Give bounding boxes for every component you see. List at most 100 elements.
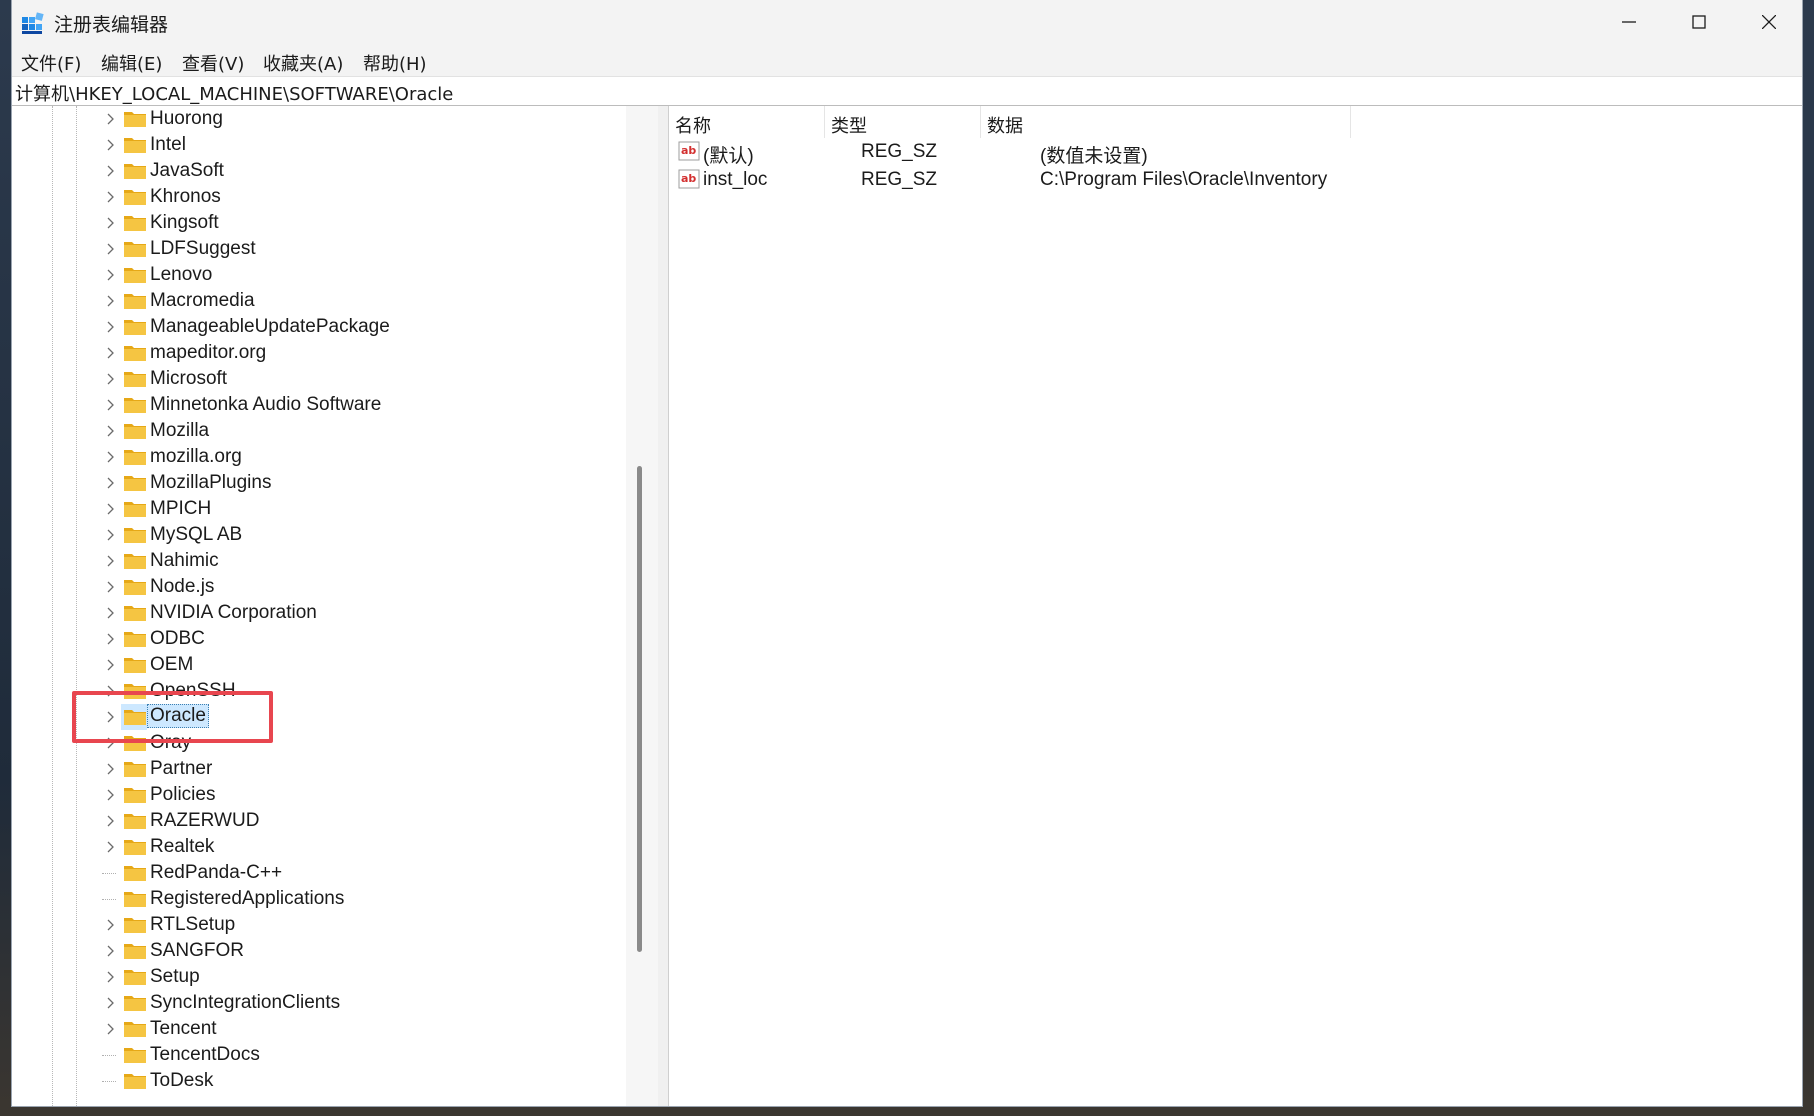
tree-item[interactable]: NVIDIA Corporation xyxy=(90,600,630,626)
tree-scrollbar-thumb[interactable] xyxy=(637,466,642,952)
maximize-button[interactable] xyxy=(1664,0,1734,44)
chevron-right-icon[interactable] xyxy=(106,399,116,411)
chevron-right-icon[interactable] xyxy=(106,841,116,853)
tree-item-label: MPICH xyxy=(150,498,212,519)
chevron-right-icon[interactable] xyxy=(106,555,116,567)
title-bar[interactable]: 注册表编辑器 xyxy=(12,0,1802,44)
tree-item[interactable]: Mozilla xyxy=(90,418,630,444)
tree-item[interactable]: Setup xyxy=(90,964,630,990)
key-tree-pane[interactable]: Huorong Intel JavaSoft Khronos Kingsoft LDFSu… xyxy=(12,106,658,1106)
tree-item[interactable]: Tencent xyxy=(90,1016,630,1042)
tree-item[interactable]: Macromedia xyxy=(90,288,630,314)
chevron-right-icon[interactable] xyxy=(106,321,116,333)
tree-item[interactable]: Khronos xyxy=(90,184,630,210)
tree-item-label: mapeditor.org xyxy=(150,342,267,363)
chevron-right-icon[interactable] xyxy=(106,113,116,125)
tree-item-label: ODBC xyxy=(150,628,205,649)
tree-item[interactable]: Realtek xyxy=(90,834,630,860)
chevron-right-icon[interactable] xyxy=(106,477,116,489)
tree-scrollbar[interactable] xyxy=(626,106,658,1106)
tree-item[interactable]: Microsoft xyxy=(90,366,630,392)
close-button[interactable] xyxy=(1734,0,1802,44)
tree-item[interactable]: OpenSSH xyxy=(90,678,630,704)
chevron-right-icon[interactable] xyxy=(106,347,116,359)
chevron-right-icon[interactable] xyxy=(106,763,116,775)
tree-item[interactable]: MySQL AB xyxy=(90,522,630,548)
chevron-right-icon[interactable] xyxy=(106,139,116,151)
tree-item[interactable]: mapeditor.org xyxy=(90,340,630,366)
chevron-right-icon[interactable] xyxy=(106,191,116,203)
tree-item[interactable]: RegisteredApplications xyxy=(90,886,630,912)
tree-item[interactable]: ODBC xyxy=(90,626,630,652)
chevron-right-icon[interactable] xyxy=(106,971,116,983)
chevron-right-icon[interactable] xyxy=(106,1023,116,1035)
chevron-right-icon[interactable] xyxy=(106,685,116,697)
chevron-right-icon[interactable] xyxy=(106,165,116,177)
chevron-right-icon[interactable] xyxy=(106,997,116,1009)
tree-item[interactable]: Oray xyxy=(90,730,630,756)
tree-item[interactable]: SANGFOR xyxy=(90,938,630,964)
tree-item[interactable]: SyncIntegrationClients xyxy=(90,990,630,1016)
chevron-right-icon[interactable] xyxy=(106,789,116,801)
chevron-right-icon[interactable] xyxy=(106,633,116,645)
chevron-right-icon[interactable] xyxy=(106,711,116,723)
tree-item[interactable]: ManageableUpdatePackage xyxy=(90,314,630,340)
chevron-right-icon[interactable] xyxy=(106,815,116,827)
menu-file[interactable]: 文件(F) xyxy=(15,48,87,78)
chevron-right-icon[interactable] xyxy=(106,737,116,749)
folder-icon xyxy=(124,762,146,777)
chevron-right-icon[interactable] xyxy=(106,425,116,437)
column-header-data[interactable]: 数据 xyxy=(981,106,1351,138)
tree-item[interactable]: Lenovo xyxy=(90,262,630,288)
tree-item[interactable]: ToDesk xyxy=(90,1068,630,1094)
tree-item[interactable]: JavaSoft xyxy=(90,158,630,184)
tree-item[interactable]: Policies xyxy=(90,782,630,808)
menu-view[interactable]: 查看(V) xyxy=(176,48,250,78)
tree-item[interactable]: TencentDocs xyxy=(90,1042,630,1068)
tree-item[interactable]: RedPanda-C++ xyxy=(90,860,630,886)
address-bar[interactable]: 计算机\HKEY_LOCAL_MACHINE\SOFTWARE\Oracle xyxy=(12,77,1802,106)
tree-item[interactable]: Oracle xyxy=(90,704,630,730)
chevron-right-icon[interactable] xyxy=(106,451,116,463)
menu-favorites[interactable]: 收藏夹(A) xyxy=(257,48,349,78)
tree-connector-line xyxy=(102,873,116,874)
column-header-type[interactable]: 类型 xyxy=(825,106,981,138)
values-list-pane[interactable]: 名称 类型 数据 ab (默认) REG_SZ (数值未设置) ab inst_… xyxy=(669,106,1802,1106)
chevron-right-icon[interactable] xyxy=(106,581,116,593)
chevron-right-icon[interactable] xyxy=(106,529,116,541)
pane-splitter[interactable] xyxy=(658,106,669,1106)
menu-help[interactable]: 帮助(H) xyxy=(357,48,433,78)
address-path[interactable]: 计算机\HKEY_LOCAL_MACHINE\SOFTWARE\Oracle xyxy=(15,80,453,106)
tree-item[interactable]: Node.js xyxy=(90,574,630,600)
tree-item[interactable]: Nahimic xyxy=(90,548,630,574)
tree-item[interactable]: Minnetonka Audio Software xyxy=(90,392,630,418)
chevron-right-icon[interactable] xyxy=(106,295,116,307)
tree-item[interactable]: Intel xyxy=(90,132,630,158)
tree-item[interactable]: Kingsoft xyxy=(90,210,630,236)
chevron-right-icon[interactable] xyxy=(106,607,116,619)
menu-edit[interactable]: 编辑(E) xyxy=(95,48,168,78)
value-row[interactable]: ab (默认) REG_SZ (数值未设置) xyxy=(669,138,1802,167)
chevron-right-icon[interactable] xyxy=(106,269,116,281)
tree-item[interactable]: LDFSuggest xyxy=(90,236,630,262)
chevron-right-icon[interactable] xyxy=(106,945,116,957)
tree-item[interactable]: MozillaPlugins xyxy=(90,470,630,496)
chevron-right-icon[interactable] xyxy=(106,659,116,671)
chevron-right-icon[interactable] xyxy=(106,373,116,385)
tree-item[interactable]: MPICH xyxy=(90,496,630,522)
value-row[interactable]: ab inst_loc REG_SZ C:\Program Files\Orac… xyxy=(669,166,1802,194)
chevron-right-icon[interactable] xyxy=(106,919,116,931)
tree-item[interactable]: OEM xyxy=(90,652,630,678)
chevron-right-icon[interactable] xyxy=(106,243,116,255)
tree-connector-line xyxy=(102,899,116,900)
minimize-button[interactable] xyxy=(1594,0,1664,44)
tree-item-label: Microsoft xyxy=(150,368,228,389)
tree-item[interactable]: Partner xyxy=(90,756,630,782)
tree-item[interactable]: RTLSetup xyxy=(90,912,630,938)
chevron-right-icon[interactable] xyxy=(106,217,116,229)
tree-item[interactable]: Huorong xyxy=(90,106,630,132)
tree-item[interactable]: mozilla.org xyxy=(90,444,630,470)
chevron-right-icon[interactable] xyxy=(106,503,116,515)
column-header-name[interactable]: 名称 xyxy=(669,106,825,138)
tree-item[interactable]: RAZERWUD xyxy=(90,808,630,834)
